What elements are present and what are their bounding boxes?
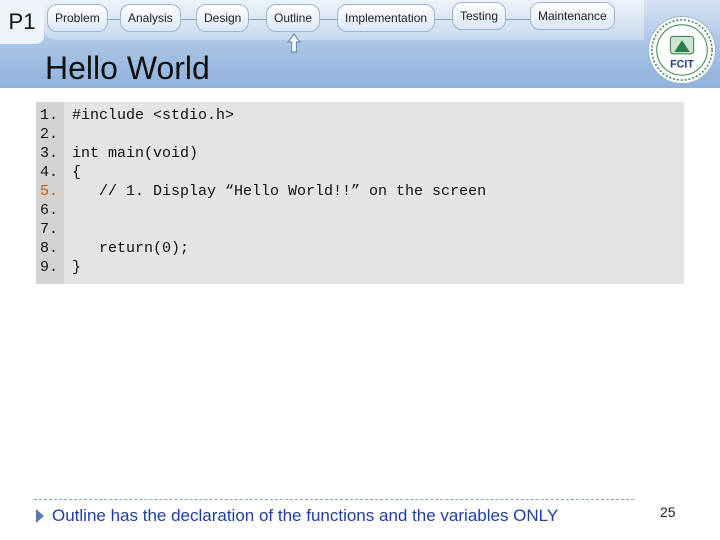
line-number-highlighted: 5. bbox=[40, 183, 59, 200]
line-number: 1. bbox=[40, 107, 59, 124]
code-line: return(0); bbox=[72, 240, 190, 257]
footer-note: Outline has the declaration of the funct… bbox=[52, 506, 559, 525]
slide-title: Hello World bbox=[45, 50, 210, 86]
line-number: 6. bbox=[40, 202, 59, 219]
svg-text:FCIT: FCIT bbox=[670, 58, 694, 70]
step-implementation[interactable]: Implementation bbox=[337, 4, 436, 32]
line-number: 8. bbox=[40, 240, 59, 257]
code-line: } bbox=[72, 259, 82, 276]
code-block: 1. 2. 3. 4. 5. 6. 7. 8. 9. #include <std… bbox=[36, 102, 684, 284]
line-number: 2. bbox=[40, 126, 59, 143]
step-outline[interactable]: Outline bbox=[266, 4, 321, 32]
code-line: int main(void) bbox=[72, 145, 199, 162]
step-design[interactable]: Design bbox=[196, 4, 250, 32]
play-triangle-icon bbox=[35, 508, 45, 524]
step-problem[interactable]: Problem bbox=[47, 4, 108, 32]
footer-divider bbox=[34, 499, 634, 500]
page-number: 25 bbox=[660, 504, 676, 520]
code-line: { bbox=[72, 164, 82, 181]
slide-badge: P1 bbox=[0, 0, 44, 44]
line-number: 9. bbox=[40, 259, 59, 276]
step-maintenance[interactable]: Maintenance bbox=[530, 2, 615, 30]
step-analysis[interactable]: Analysis bbox=[120, 4, 181, 32]
line-number: 7. bbox=[40, 221, 59, 238]
fcit-logo: FCIT bbox=[648, 16, 716, 84]
code-line: #include <stdio.h> bbox=[72, 107, 235, 124]
line-number: 4. bbox=[40, 164, 59, 181]
up-arrow-icon bbox=[286, 33, 302, 53]
line-number: 3. bbox=[40, 145, 59, 162]
code-comment-line: // 1. Display “Hello World!!” on the scr… bbox=[72, 183, 487, 200]
step-testing[interactable]: Testing bbox=[452, 2, 507, 30]
